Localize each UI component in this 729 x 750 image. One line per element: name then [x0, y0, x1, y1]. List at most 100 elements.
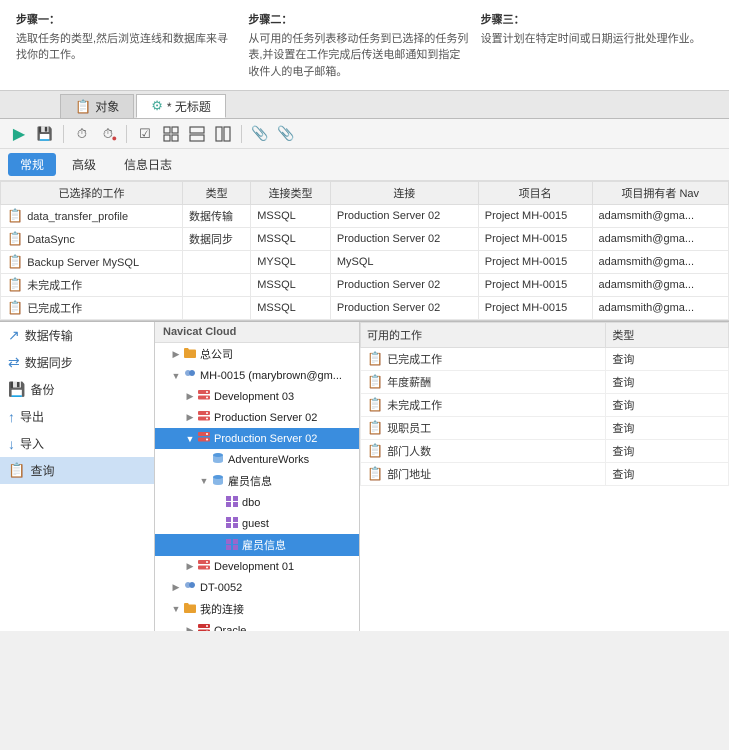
tab-object[interactable]: 📋 对象 [60, 94, 134, 118]
tree-icon-db [211, 474, 225, 489]
tree-label: Production Server 02 [214, 433, 317, 445]
tree-arrow: ▶ [183, 391, 197, 402]
list-item[interactable]: 📋现职员工 查询 [361, 417, 729, 440]
job-name-cell: 📋已完成工作 [1, 297, 183, 320]
table-row[interactable]: 📋DataSync 数据同步 MSSQL Production Server 0… [1, 228, 729, 251]
job-owner-cell: adamsmith@gma... [592, 274, 729, 297]
instructions-bar: 步骤一： 选取任务的类型,然后浏览连线和数据库来寻找你的工作。 步骤二： 从可用… [0, 0, 729, 91]
job-name-cell: 📋未完成工作 [1, 274, 183, 297]
job-conn-cell: MySQL [330, 251, 478, 274]
sub-tab-log[interactable]: 信息日志 [112, 153, 184, 176]
sub-tab-advanced[interactable]: 高级 [60, 153, 108, 176]
tree-item[interactable]: AdventureWorks [155, 449, 359, 470]
job-project-cell: Project MH-0015 [478, 228, 592, 251]
table-row[interactable]: 📋data_transfer_profile 数据传输 MSSQL Produc… [1, 205, 729, 228]
left-panel-label: 数据同步 [25, 354, 73, 371]
grid2-button[interactable] [186, 123, 208, 145]
tree-item[interactable]: ▼ Production Server 02 [155, 428, 359, 449]
job-owner-cell: adamsmith@gma... [592, 297, 729, 320]
tree-item[interactable]: ▼ 我的连接 [155, 598, 359, 620]
tree-label: MH-0015 (marybrown@gm... [200, 370, 342, 382]
check-button[interactable]: ☑ [134, 123, 156, 145]
step3-body: 设置计划在特定时间或日期运行批处理作业。 [481, 31, 701, 48]
tree-item[interactable]: ▶ Production Server 02 [155, 407, 359, 428]
table-row[interactable]: 📋未完成工作 MSSQL Production Server 02 Projec… [1, 274, 729, 297]
tree-icon-folder [183, 347, 197, 362]
list-item[interactable]: 📋已完成工作 查询 [361, 348, 729, 371]
step2-body: 从可用的任务列表移动任务到已选择的任务列表,并设置在工作完成后传送电邮通知到指定… [248, 31, 468, 81]
tree-item[interactable]: 雇员信息 [155, 534, 359, 556]
job-name-cell: 📋Backup Server MySQL [1, 251, 183, 274]
schedule2-button[interactable]: ●⏱ [97, 123, 119, 145]
tree-item[interactable]: ▼ 雇员信息 [155, 470, 359, 492]
avail-job-name: 📋年度薪酬 [361, 371, 606, 394]
col-header-owner: 项目拥有者 Nav [592, 182, 729, 205]
tree-arrow: ▶ [169, 349, 183, 360]
tree-item[interactable]: ▶ DT-0052 [155, 577, 359, 598]
step1: 步骤一： 选取任务的类型,然后浏览连线和数据库来寻找你的工作。 [16, 12, 248, 80]
job-conn-type-cell: MSSQL [251, 228, 331, 251]
tree-item[interactable]: guest [155, 513, 359, 534]
list-item[interactable]: 📋年度薪酬 查询 [361, 371, 729, 394]
list-item[interactable]: 📋部门人数 查询 [361, 440, 729, 463]
tab-untitled[interactable]: ⚙ * 无标题 [136, 94, 226, 118]
table-row[interactable]: 📋已完成工作 MSSQL Production Server 02 Projec… [1, 297, 729, 320]
col-header-project: 项目名 [478, 182, 592, 205]
job-owner-cell: adamsmith@gma... [592, 228, 729, 251]
tab-object-icon: 📋 [75, 99, 91, 115]
table-row[interactable]: 📋Backup Server MySQL MYSQL MySQL Project… [1, 251, 729, 274]
tree-label: 我的连接 [200, 601, 244, 617]
tree-item[interactable]: ▶ Development 01 [155, 556, 359, 577]
job-project-cell: Project MH-0015 [478, 205, 592, 228]
left-panel-item[interactable]: ⇄ 数据同步 [0, 349, 154, 376]
left-panel-item[interactable]: 💾 备份 [0, 376, 154, 403]
tree-arrow: ▼ [197, 476, 211, 486]
grid3-icon [215, 126, 231, 142]
left-panel-label: 导出 [20, 408, 44, 425]
job-owner-cell: adamsmith@gma... [592, 251, 729, 274]
avail-job-type: 查询 [606, 371, 729, 394]
tree-item[interactable]: dbo [155, 492, 359, 513]
tree-item[interactable]: ▶ 总公司 [155, 343, 359, 365]
tree-label: Development 01 [214, 561, 294, 573]
attach2-button[interactable]: 📎 [275, 123, 297, 145]
tree-item[interactable]: ▼ MH-0015 (marybrown@gm... [155, 365, 359, 386]
left-panel-label: 导入 [20, 435, 44, 452]
job-owner-cell: adamsmith@gma... [592, 205, 729, 228]
left-panel-icon: ↗ [8, 327, 20, 344]
job-type-cell: 数据传输 [183, 205, 251, 228]
step1-title: 步骤一： [16, 12, 236, 29]
job-conn-type-cell: MSSQL [251, 274, 331, 297]
tree-arrow: ▶ [183, 625, 197, 631]
grid3-button[interactable] [212, 123, 234, 145]
job-type-cell: 数据同步 [183, 228, 251, 251]
schedule-button[interactable]: ⏱ [71, 123, 93, 145]
run-button[interactable]: ▶ [8, 123, 30, 145]
left-panel-item[interactable]: 📋 查询 [0, 457, 154, 484]
tree-label: guest [242, 518, 269, 530]
tree-item[interactable]: ▶ Oracle [155, 620, 359, 631]
avail-job-name: 📋现职员工 [361, 417, 606, 440]
grid1-button[interactable] [160, 123, 182, 145]
left-panel-item[interactable]: ↓ 导入 [0, 430, 154, 457]
tree-item[interactable]: ▶ Development 03 [155, 386, 359, 407]
job-name-cell: 📋DataSync [1, 228, 183, 251]
left-panel-item[interactable]: ↗ 数据传输 [0, 322, 154, 349]
tree-label: dbo [242, 497, 260, 509]
left-panel-item[interactable]: ↑ 导出 [0, 403, 154, 430]
toolbar-sep3 [241, 125, 242, 143]
job-conn-cell: Production Server 02 [330, 297, 478, 320]
avail-job-type: 查询 [606, 394, 729, 417]
left-panel-label: 数据传输 [25, 327, 73, 344]
sub-tab-normal[interactable]: 常规 [8, 153, 56, 176]
tab-untitled-icon: ⚙ [151, 98, 163, 114]
col-header-job: 已选择的工作 [1, 182, 183, 205]
list-item[interactable]: 📋部门地址 查询 [361, 463, 729, 486]
col-header-conn-type: 连接类型 [251, 182, 331, 205]
avail-col-type: 类型 [606, 323, 729, 348]
list-item[interactable]: 📋未完成工作 查询 [361, 394, 729, 417]
save-button[interactable]: 💾 [34, 123, 56, 145]
attach1-button[interactable]: 📎 [249, 123, 271, 145]
tree-arrow: ▼ [169, 604, 183, 614]
tree-arrow: ▶ [169, 582, 183, 593]
